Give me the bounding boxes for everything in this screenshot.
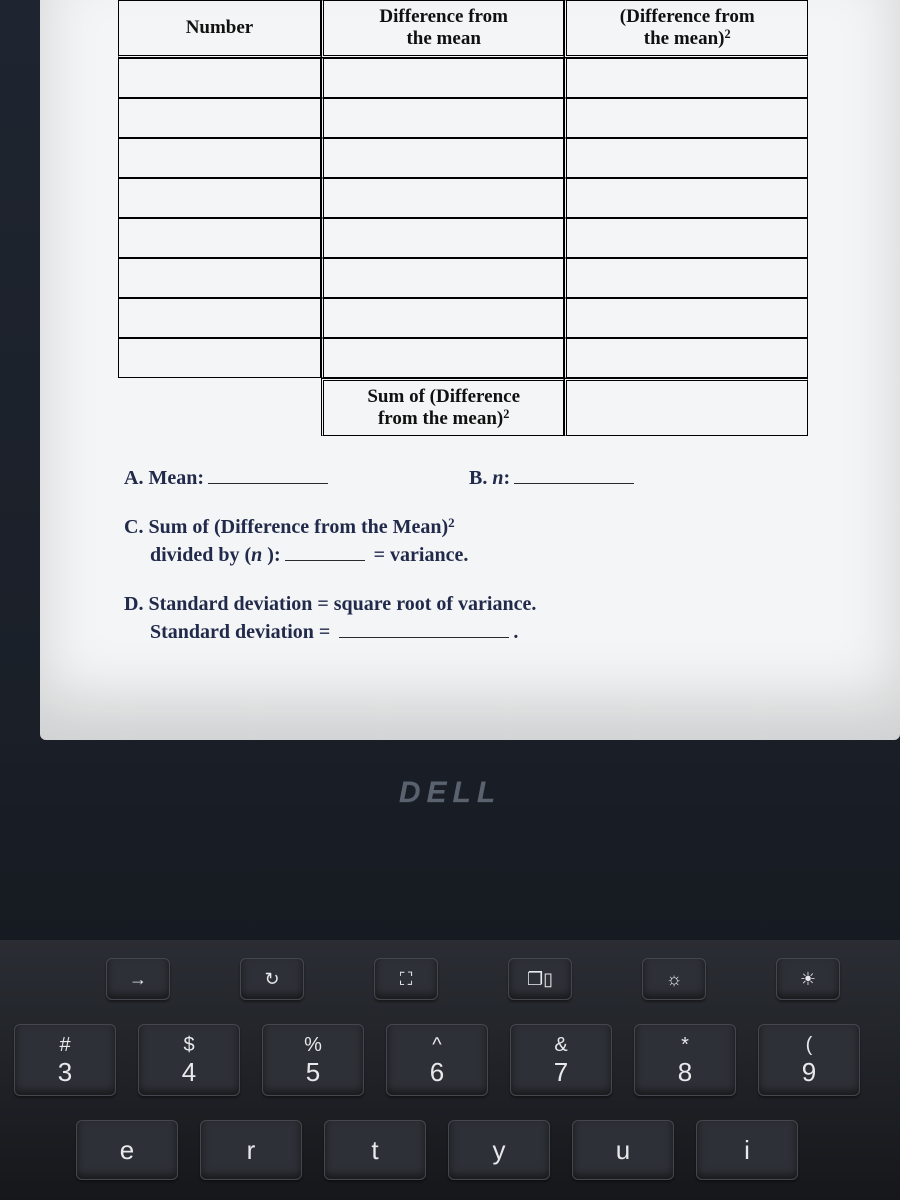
table-row bbox=[118, 338, 808, 378]
worksheet-table: Number Difference from the mean (Differe… bbox=[118, 0, 808, 436]
key-8[interactable]: *8 bbox=[634, 1024, 736, 1096]
keyboard: → ↻ ⛶ ❐▯ ☼ ☀ #3 $4 %5 ^6&7 *8 (9 ertyui bbox=[0, 940, 900, 1200]
table-cell bbox=[564, 298, 808, 338]
table-cell bbox=[564, 98, 808, 138]
table-cell bbox=[321, 298, 565, 338]
table-cell bbox=[118, 98, 321, 138]
key-4[interactable]: $4 bbox=[138, 1024, 240, 1096]
sum-row: Sum of (Differencefrom the mean)2 bbox=[118, 378, 808, 436]
table-row bbox=[118, 218, 808, 258]
key-u[interactable]: u bbox=[572, 1120, 674, 1180]
table-cell bbox=[321, 338, 565, 378]
blank-mean bbox=[208, 464, 328, 484]
table-cell bbox=[118, 58, 321, 98]
photo-scene: Number Difference from the mean (Differe… bbox=[0, 0, 900, 1200]
table-cell bbox=[564, 178, 808, 218]
brightness-down-icon[interactable]: ☼ bbox=[642, 958, 706, 1000]
table-header-row: Number Difference from the mean (Differe… bbox=[118, 0, 808, 58]
blank-n bbox=[514, 464, 634, 484]
table-row bbox=[118, 258, 808, 298]
table-row bbox=[118, 98, 808, 138]
col-header-diff-sq: (Difference from the mean)2 bbox=[564, 0, 808, 58]
table-row bbox=[118, 138, 808, 178]
table-cell bbox=[321, 98, 565, 138]
table-row bbox=[118, 58, 808, 98]
table-cell bbox=[118, 298, 321, 338]
table-cell bbox=[118, 218, 321, 258]
prompt-a-b: A. Mean: B. n: bbox=[124, 464, 870, 492]
key-t[interactable]: t bbox=[324, 1120, 426, 1180]
table-row bbox=[118, 298, 808, 338]
prompt-d: D. Standard deviation = square root of v… bbox=[124, 591, 870, 646]
monitor: Number Difference from the mean (Differe… bbox=[40, 0, 900, 740]
table-cell bbox=[118, 138, 321, 178]
table-cell bbox=[118, 338, 321, 378]
key-3[interactable]: #3 bbox=[14, 1024, 116, 1096]
key-i[interactable]: i bbox=[696, 1120, 798, 1180]
col-header-number: Number bbox=[118, 0, 321, 58]
key-e[interactable]: e bbox=[76, 1120, 178, 1180]
key-5[interactable]: %5 bbox=[262, 1024, 364, 1096]
col-header-diff: Difference from the mean bbox=[321, 0, 565, 58]
label-b-n: n bbox=[492, 467, 503, 489]
fullscreen-icon[interactable]: ⛶ bbox=[374, 958, 438, 1000]
dell-logo: DELL bbox=[0, 776, 900, 810]
key-7[interactable]: &7 bbox=[510, 1024, 612, 1096]
prompt-c: C. Sum of (Difference from the Mean)2 di… bbox=[124, 514, 870, 569]
brightness-up-icon[interactable]: ☀ bbox=[776, 958, 840, 1000]
arrow-right-icon[interactable]: → bbox=[106, 958, 170, 1000]
table-cell bbox=[321, 138, 565, 178]
key-9[interactable]: (9 bbox=[758, 1024, 860, 1096]
sum-value-cell bbox=[564, 378, 808, 436]
key-r[interactable]: r bbox=[200, 1120, 302, 1180]
table-cell bbox=[564, 218, 808, 258]
blank-stddev bbox=[339, 618, 509, 638]
key-y[interactable]: y bbox=[448, 1120, 550, 1180]
table-cell bbox=[564, 258, 808, 298]
label-b: B. bbox=[469, 467, 492, 489]
key-6[interactable]: ^6 bbox=[386, 1024, 488, 1096]
overview-icon[interactable]: ❐▯ bbox=[508, 958, 572, 1000]
label-a: A. Mean: bbox=[124, 467, 204, 489]
table-cell bbox=[118, 258, 321, 298]
sum-label: Sum of (Differencefrom the mean)2 bbox=[321, 378, 565, 436]
refresh-icon[interactable]: ↻ bbox=[240, 958, 304, 1000]
table-cell bbox=[564, 58, 808, 98]
table-cell bbox=[321, 258, 565, 298]
table-cell bbox=[321, 178, 565, 218]
table-cell bbox=[118, 178, 321, 218]
table-cell bbox=[564, 138, 808, 178]
worksheet-page: Number Difference from the mean (Differe… bbox=[40, 0, 900, 646]
table-cell bbox=[321, 58, 565, 98]
sum-left-blank bbox=[118, 378, 321, 436]
blank-variance bbox=[285, 541, 365, 561]
table-row bbox=[118, 178, 808, 218]
prompts: A. Mean: B. n: C. Sum of (Difference fro… bbox=[124, 464, 870, 646]
table-cell bbox=[564, 338, 808, 378]
table-cell bbox=[321, 218, 565, 258]
